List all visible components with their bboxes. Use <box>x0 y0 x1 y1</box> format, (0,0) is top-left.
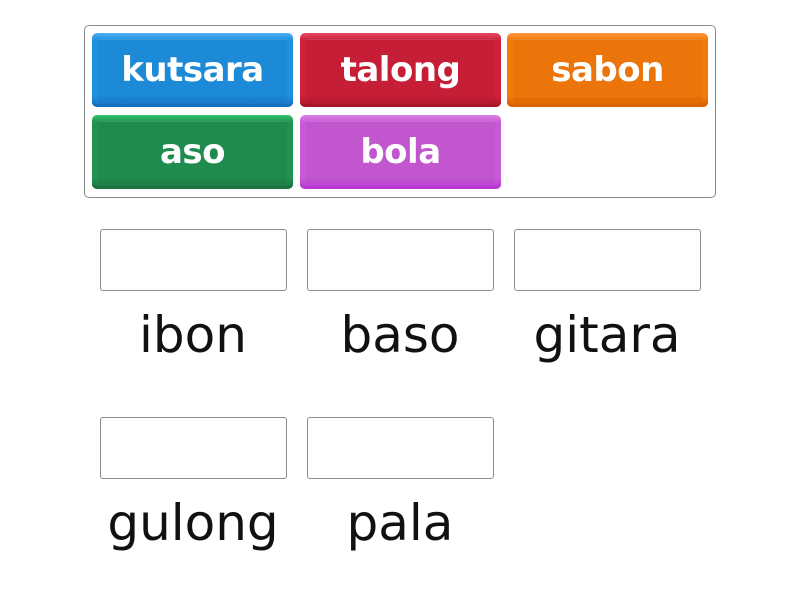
target-label-gitara: gitara <box>533 306 681 364</box>
target-label-pala: pala <box>346 494 454 552</box>
tile-label: talong <box>340 50 461 90</box>
answer-tile-aso[interactable]: aso <box>92 115 293 189</box>
tile-label: aso <box>159 132 226 172</box>
drop-slot-gitara[interactable] <box>514 229 701 291</box>
match-up-activity: kutsara talong sabon aso bola ibon baso … <box>0 0 800 600</box>
tile-label: sabon <box>551 50 664 90</box>
tile-label: bola <box>360 132 441 172</box>
target-label-baso: baso <box>340 306 460 364</box>
target-label-gulong: gulong <box>107 494 279 552</box>
answer-tile-kutsara[interactable]: kutsara <box>92 33 293 107</box>
tile-label: kutsara <box>121 50 264 90</box>
drop-slot-pala[interactable] <box>307 417 494 479</box>
drop-slot-ibon[interactable] <box>100 229 287 291</box>
answer-tile-sabon[interactable]: sabon <box>507 33 708 107</box>
answer-tile-talong[interactable]: talong <box>300 33 501 107</box>
target-label-ibon: ibon <box>139 306 247 364</box>
drop-slot-gulong[interactable] <box>100 417 287 479</box>
drop-slot-baso[interactable] <box>307 229 494 291</box>
answer-tile-bola[interactable]: bola <box>300 115 501 189</box>
